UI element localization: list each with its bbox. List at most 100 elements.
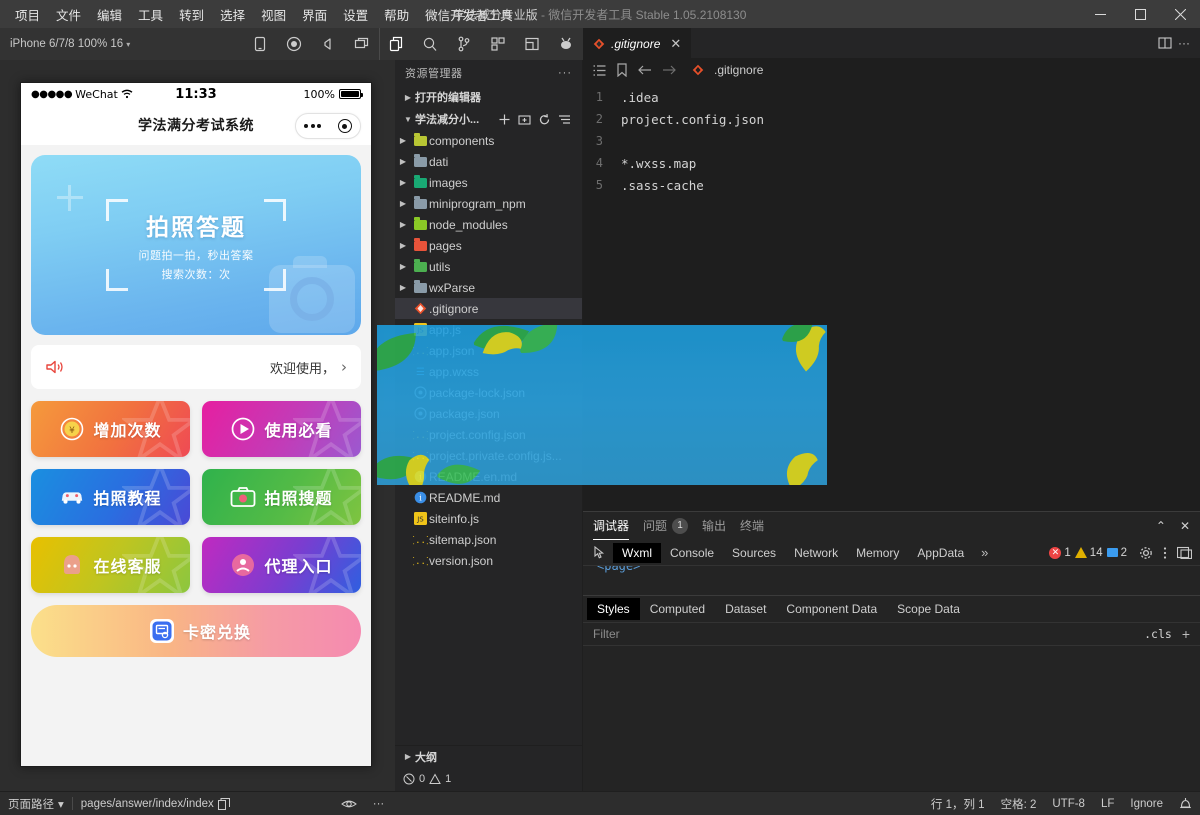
code-area[interactable]: 1.idea 2project.config.json 3 4*.wxss.ma… xyxy=(583,82,1200,196)
tree-file-version-json[interactable]: {..} version.json xyxy=(395,550,582,571)
tab-output[interactable]: 输出 xyxy=(702,512,726,540)
styles-filter-row[interactable]: Filter .cls + xyxy=(583,622,1200,646)
phone-simulator[interactable]: ●●●●● WeChat 11:33 100% 学法满分考试系统 xyxy=(20,82,372,767)
page-path-selector[interactable]: 页面路径 ▾ xyxy=(0,792,72,815)
filter-input[interactable]: Filter xyxy=(593,627,620,641)
menu-item-goto[interactable]: 转到 xyxy=(172,2,211,27)
tree-file-siteinfo-js[interactable]: JS siteinfo.js xyxy=(395,508,582,529)
breadcrumb-file[interactable]: .gitignore xyxy=(714,63,763,77)
devtools-tab-memory[interactable]: Memory xyxy=(847,543,908,563)
copy-icon[interactable] xyxy=(218,798,230,810)
maximize-button[interactable] xyxy=(1120,0,1160,28)
devtools-tab-sources[interactable]: Sources xyxy=(723,543,785,563)
refresh-icon[interactable] xyxy=(538,113,551,126)
explorer-problem-counts[interactable]: 0 1 xyxy=(395,767,583,791)
notice-bar[interactable]: 欢迎使用， › xyxy=(31,345,361,389)
styles-tab-computed[interactable]: Computed xyxy=(640,598,715,620)
tab-terminal[interactable]: 终端 xyxy=(740,512,764,540)
wxml-dom-tree[interactable]: <page> xyxy=(583,566,1200,596)
tree-file-package-json[interactable]: package.json xyxy=(395,403,582,424)
redeem-code-button[interactable]: 卡密兑换 xyxy=(31,605,361,657)
tree-folder-dati[interactable]: ▶ dati xyxy=(395,151,582,172)
kebab-menu-icon[interactable] xyxy=(1163,546,1167,560)
gear-icon[interactable] xyxy=(1139,546,1153,560)
menu-item-select[interactable]: 选择 xyxy=(213,2,252,27)
tree-folder-pages[interactable]: ▶ pages xyxy=(395,235,582,256)
devtools-tab-console[interactable]: Console xyxy=(661,543,723,563)
menu-item-interface[interactable]: 界面 xyxy=(295,2,334,27)
project-section[interactable]: ▼ 学法减分小... xyxy=(395,108,582,130)
page-path-value[interactable]: pages/answer/index/index xyxy=(73,792,238,815)
tree-file-project-config-json[interactable]: {..} project.config.json xyxy=(395,424,582,445)
eol-setting[interactable]: LF xyxy=(1093,792,1122,815)
status-more-button[interactable]: ··· xyxy=(365,792,393,815)
close-panel-icon[interactable]: ✕ xyxy=(1180,519,1190,533)
add-rule-icon[interactable]: + xyxy=(1182,626,1190,642)
bookmark-icon[interactable] xyxy=(616,63,628,77)
inspect-element-icon[interactable] xyxy=(587,540,613,566)
tree-file-app-wxss[interactable]: ☰ app.wxss xyxy=(395,361,582,382)
styles-tab-styles[interactable]: Styles xyxy=(587,598,640,620)
tree-folder-utils[interactable]: ▶ utils xyxy=(395,256,582,277)
photo-answer-banner[interactable]: 拍照答题 问题拍一拍，秒出答案 搜索次数：次 xyxy=(31,155,361,335)
dom-root-node[interactable]: <page> xyxy=(597,566,640,573)
tree-file-app-js[interactable]: JS app.js xyxy=(395,319,582,340)
editor-tab-gitignore[interactable]: .gitignore ✕ xyxy=(583,28,691,58)
record-icon[interactable] xyxy=(277,28,311,60)
devtools-more-icon[interactable]: » xyxy=(973,545,996,560)
indentation-setting[interactable]: 空格: 2 xyxy=(993,792,1045,815)
tile-agent-entry[interactable]: 代理入口 xyxy=(202,537,361,593)
encoding-setting[interactable]: UTF-8 xyxy=(1044,792,1093,815)
back-arrow-icon[interactable] xyxy=(638,64,652,76)
tree-folder-components[interactable]: ▶ components xyxy=(395,130,582,151)
devtools-tab-network[interactable]: Network xyxy=(785,543,847,563)
tree-folder-node-modules[interactable]: ▶ node_modules xyxy=(395,214,582,235)
tree-folder-wxparse[interactable]: ▶ wxParse xyxy=(395,277,582,298)
split-editor-icon[interactable] xyxy=(1158,36,1172,50)
tile-must-read[interactable]: 使用必看 xyxy=(202,401,361,457)
wechat-capsule-menu[interactable] xyxy=(295,113,361,139)
devtools-tab-appdata[interactable]: AppData xyxy=(908,543,973,563)
outline-list-icon[interactable] xyxy=(593,64,606,77)
devtools-tab-wxml[interactable]: Wxml xyxy=(613,543,661,563)
menu-item-project[interactable]: 项目 xyxy=(8,2,47,27)
warning-count-badge[interactable]: 14 xyxy=(1075,547,1103,559)
volume-icon[interactable] xyxy=(311,28,345,60)
collapse-all-icon[interactable] xyxy=(558,113,571,126)
menu-item-help[interactable]: 帮助 xyxy=(377,2,416,27)
close-button[interactable] xyxy=(1160,0,1200,28)
tile-add-count[interactable]: ¥ 增加次数 xyxy=(31,401,190,457)
info-count-badge[interactable]: 2 xyxy=(1107,547,1127,559)
minimize-button[interactable] xyxy=(1080,0,1120,28)
new-folder-icon[interactable] xyxy=(518,113,531,126)
menu-item-devtools[interactable]: 微信开发者工具 xyxy=(418,2,520,27)
windows-icon[interactable] xyxy=(345,28,379,60)
cursor-position[interactable]: 行 1，列 1 xyxy=(923,792,993,815)
tree-file-app-json[interactable]: {..} app.json xyxy=(395,340,582,361)
collapse-panel-icon[interactable]: ⌃ xyxy=(1156,519,1166,533)
new-file-icon[interactable] xyxy=(498,113,511,126)
split-icon[interactable] xyxy=(515,28,549,60)
close-icon[interactable]: ✕ xyxy=(670,36,681,52)
debug-icon[interactable] xyxy=(549,28,583,60)
tile-online-service[interactable]: 在线客服 xyxy=(31,537,190,593)
tree-file-gitignore[interactable]: .gitignore xyxy=(395,298,582,319)
tree-file-readme-en-md[interactable]: i README.en.md xyxy=(395,466,582,487)
tree-file-package-lock-json[interactable]: package-lock.json xyxy=(395,382,582,403)
tile-photo-tutorial[interactable]: 拍照教程 xyxy=(31,469,190,525)
notifications-button[interactable] xyxy=(1171,792,1200,815)
git-branch-icon[interactable] xyxy=(447,28,481,60)
tree-folder-images[interactable]: ▶ images xyxy=(395,172,582,193)
dock-panel-icon[interactable] xyxy=(1177,546,1192,559)
open-editors-section[interactable]: ▶ 打开的编辑器 xyxy=(395,86,582,108)
tab-problems[interactable]: 问题 1 xyxy=(643,512,688,540)
tree-folder-miniprogram-npm[interactable]: ▶ miniprogram_npm xyxy=(395,193,582,214)
error-count-badge[interactable]: ✕ 1 xyxy=(1049,547,1070,559)
device-selector[interactable]: iPhone 6/7/8 100% 16▾ xyxy=(0,38,130,50)
files-icon[interactable] xyxy=(379,28,413,60)
explorer-more-icon[interactable]: ··· xyxy=(558,67,572,79)
tree-file-sitemap-json[interactable]: {..} sitemap.json xyxy=(395,529,582,550)
tile-photo-search[interactable]: 拍照搜题 xyxy=(202,469,361,525)
menu-item-file[interactable]: 文件 xyxy=(49,2,88,27)
preview-toggle[interactable] xyxy=(333,792,365,815)
